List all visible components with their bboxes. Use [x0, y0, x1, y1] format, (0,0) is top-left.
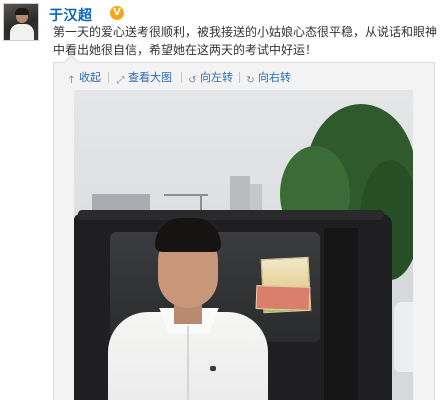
toolbar-divider — [181, 72, 182, 83]
rotate-left-icon: ↺ — [188, 75, 197, 86]
toolbar-divider — [108, 72, 109, 83]
collapse-button[interactable]: ↑ 收起 — [66, 71, 101, 86]
photo-window-sticker — [255, 285, 311, 311]
rotate-right-label: 向右转 — [258, 71, 291, 84]
username-link[interactable]: 于汉超 — [49, 5, 93, 25]
view-large-label: 查看大图 — [128, 71, 172, 84]
photo-white-car — [394, 302, 413, 372]
rotate-left-label: 向左转 — [200, 71, 233, 84]
verified-badge-icon: V — [110, 6, 124, 20]
collapse-label: 收起 — [79, 71, 101, 84]
photo-person-hair — [155, 218, 221, 252]
collapse-icon: ↑ — [67, 75, 76, 86]
avatar-shirt — [10, 24, 34, 40]
photo-shirt-logo — [210, 366, 216, 371]
rotate-left-button[interactable]: ↺ 向左转 — [187, 71, 233, 86]
toolbar-divider — [239, 72, 240, 83]
rotate-right-button[interactable]: ↻ 向右转 — [245, 71, 291, 86]
enlarge-icon: ⤢ — [116, 75, 125, 86]
photo-shirt-placket — [187, 326, 189, 400]
post-photo[interactable] — [74, 90, 413, 400]
photo-suv-roof — [78, 210, 384, 220]
rotate-right-icon: ↻ — [246, 75, 255, 86]
photo-suv-pillar — [324, 228, 358, 400]
user-avatar[interactable] — [3, 3, 39, 41]
view-large-button[interactable]: ⤢ 查看大图 — [115, 71, 173, 86]
post-text: 第一天的爱心送考很顺利，被我接送的小姑娘心态很平稳，从说话和眼神中看出她很自信，… — [53, 25, 438, 57]
avatar-hair — [15, 8, 29, 15]
